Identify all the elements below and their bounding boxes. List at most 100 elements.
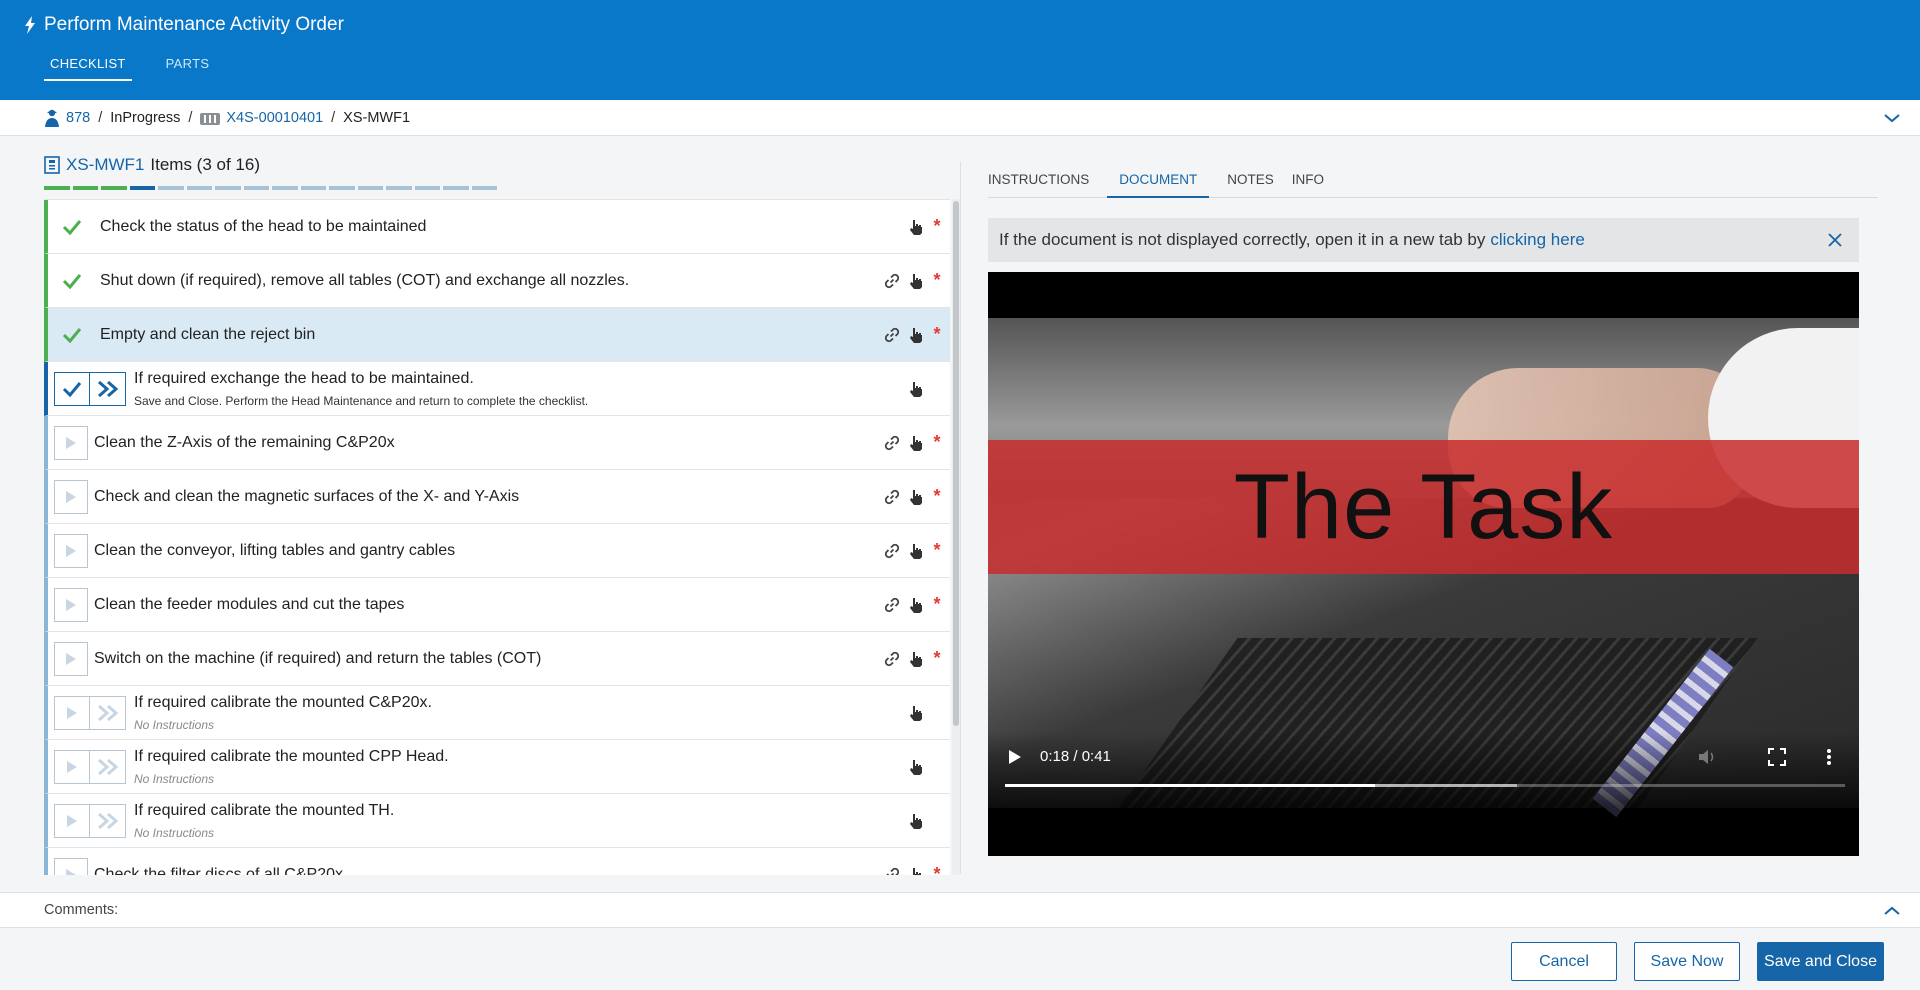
checklist-item[interactable]: Shut down (if required), remove all tabl…	[44, 254, 950, 308]
cancel-button[interactable]: Cancel	[1511, 942, 1617, 981]
checklist-item[interactable]: Check and clean the magnetic surfaces of…	[44, 470, 950, 524]
link-icon[interactable]	[884, 651, 900, 667]
hand-pointer-icon[interactable]	[908, 543, 924, 559]
progress-segment	[300, 186, 326, 190]
close-icon[interactable]	[1825, 230, 1845, 250]
play-icon	[66, 868, 76, 875]
link-icon[interactable]	[884, 273, 900, 289]
start-item-button[interactable]	[54, 695, 90, 730]
checklist-item[interactable]: Clean the conveyor, lifting tables and g…	[44, 524, 950, 578]
link-icon[interactable]	[884, 597, 900, 613]
breadcrumb-machine[interactable]: X4S-00010401	[200, 110, 323, 126]
start-item-button[interactable]	[54, 803, 90, 838]
start-item-button[interactable]	[54, 857, 88, 875]
checklist-item[interactable]: If required calibrate the mounted CPP He…	[44, 740, 950, 794]
checklist-item[interactable]: If required calibrate the mounted C&P20x…	[44, 686, 950, 740]
hand-pointer-icon[interactable]	[908, 705, 924, 721]
volume-icon[interactable]	[1698, 748, 1718, 766]
item-sublabel: Save and Close. Perform the Head Mainten…	[134, 393, 589, 408]
start-item-button[interactable]	[54, 533, 88, 568]
hand-pointer-icon[interactable]	[908, 597, 924, 613]
start-item-button[interactable]	[54, 641, 88, 676]
item-label: Clean the feeder modules and cut the tap…	[94, 595, 405, 613]
link-icon[interactable]	[884, 543, 900, 559]
checklist-scrollbar[interactable]	[952, 199, 960, 875]
item-label: If required calibrate the mounted TH.	[134, 801, 395, 819]
item-label-stack: If required exchange the head to be main…	[134, 370, 950, 408]
detail-panel: INSTRUCTIONS DOCUMENT NOTES INFO If the …	[988, 162, 1878, 862]
checklist-item[interactable]: Check the status of the head to be maint…	[44, 200, 950, 254]
video-player[interactable]: The Task 0:18 / 0:41	[988, 272, 1859, 856]
skip-item-button[interactable]	[90, 803, 126, 838]
check-icon	[62, 381, 82, 397]
hand-pointer-icon[interactable]	[908, 273, 924, 289]
required-marker: *	[933, 324, 941, 344]
hand-pointer-icon[interactable]	[908, 759, 924, 775]
hand-pointer-icon[interactable]	[908, 435, 924, 451]
skip-item-button[interactable]	[90, 749, 126, 784]
hand-pointer-icon[interactable]	[908, 489, 924, 505]
checklist-item[interactable]: Empty and clean the reject bin *	[44, 308, 950, 362]
progress-segment	[272, 186, 298, 190]
breadcrumb-status: InProgress	[110, 109, 181, 126]
save-now-button[interactable]: Save Now	[1634, 942, 1740, 981]
checklist-item[interactable]: Clean the feeder modules and cut the tap…	[44, 578, 950, 632]
start-item-button[interactable]	[54, 587, 88, 622]
breadcrumb-separator: /	[188, 109, 193, 126]
required-marker: *	[933, 216, 941, 236]
more-options-icon[interactable]	[1826, 748, 1832, 766]
item-label: If required exchange the head to be main…	[134, 369, 474, 387]
breadcrumb-separator: /	[98, 109, 103, 126]
required-marker: *	[933, 270, 941, 290]
check-icon	[62, 219, 82, 235]
notice-open-link[interactable]: clicking here	[1490, 230, 1585, 250]
checklist-item[interactable]: Switch on the machine (if required) and …	[44, 632, 950, 686]
breadcrumb-order-link[interactable]: 878	[66, 110, 90, 126]
hand-pointer-icon[interactable]	[908, 651, 924, 667]
play-icon	[67, 760, 77, 773]
checklist-item[interactable]: If required exchange the head to be main…	[44, 362, 950, 416]
link-icon[interactable]	[884, 435, 900, 451]
start-item-button[interactable]	[54, 425, 88, 460]
breadcrumb-order[interactable]: 878	[44, 109, 90, 127]
checklist-count: Items (3 of 16)	[150, 155, 260, 174]
tab-document[interactable]: DOCUMENT	[1107, 162, 1210, 198]
item-actions: *	[884, 416, 942, 469]
hand-pointer-icon[interactable]	[908, 327, 924, 343]
required-marker: *	[933, 594, 941, 614]
chevron-down-icon[interactable]	[1882, 108, 1902, 128]
skip-item-button[interactable]	[90, 695, 126, 730]
checklist-item[interactable]: If required calibrate the mounted TH. No …	[44, 794, 950, 848]
empty-slot	[884, 705, 900, 721]
skip-item-button[interactable]	[90, 371, 126, 406]
tab-notes[interactable]: NOTES	[1227, 162, 1274, 198]
checklist-item[interactable]: Check the filter discs of all C&P20x *	[44, 848, 950, 875]
hand-pointer-icon[interactable]	[908, 381, 924, 397]
complete-item-button[interactable]	[54, 371, 90, 406]
link-icon[interactable]	[884, 489, 900, 505]
worker-icon	[45, 109, 59, 127]
comments-bar[interactable]: Comments:	[0, 892, 1920, 928]
start-item-button[interactable]	[54, 479, 88, 514]
tab-checklist[interactable]: CHECKLIST	[44, 52, 132, 81]
play-icon[interactable]	[1008, 749, 1022, 765]
link-icon[interactable]	[884, 327, 900, 343]
hand-pointer-icon[interactable]	[908, 813, 924, 829]
hand-pointer-icon[interactable]	[908, 867, 924, 876]
item-label: Check the filter discs of all C&P20x	[94, 865, 343, 876]
link-icon[interactable]	[884, 867, 900, 876]
hand-pointer-icon[interactable]	[908, 219, 924, 235]
progress-segment	[44, 186, 70, 190]
video-seek-bar[interactable]	[1005, 784, 1845, 787]
fullscreen-icon[interactable]	[1768, 748, 1786, 766]
checklist-code[interactable]: XS-MWF1	[66, 155, 144, 175]
tab-info[interactable]: INFO	[1292, 162, 1324, 198]
breadcrumb-machine-link[interactable]: X4S-00010401	[226, 110, 323, 126]
save-and-close-button[interactable]: Save and Close	[1757, 942, 1884, 981]
checklist-item[interactable]: Clean the Z-Axis of the remaining C&P20x…	[44, 416, 950, 470]
chevron-up-icon[interactable]	[1882, 901, 1902, 921]
tab-instructions[interactable]: INSTRUCTIONS	[988, 162, 1089, 198]
start-item-button[interactable]	[54, 749, 90, 784]
tab-parts[interactable]: PARTS	[160, 52, 216, 81]
scrollbar-thumb[interactable]	[953, 201, 959, 726]
